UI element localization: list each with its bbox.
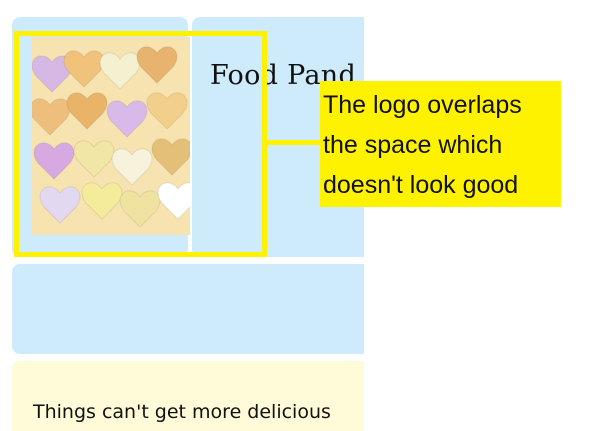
nav-cell [12, 264, 364, 354]
annotation-connector [262, 140, 322, 145]
annotation-callout: The logo overlaps the space which doesn'… [320, 81, 561, 207]
annotation-highlight-box [14, 31, 267, 257]
callout-line: The logo overlaps [323, 91, 522, 119]
callout-line: doesn't look good [323, 171, 519, 199]
callout-line: the space which [323, 131, 503, 159]
tagline: Things can't get more delicious [33, 401, 331, 423]
